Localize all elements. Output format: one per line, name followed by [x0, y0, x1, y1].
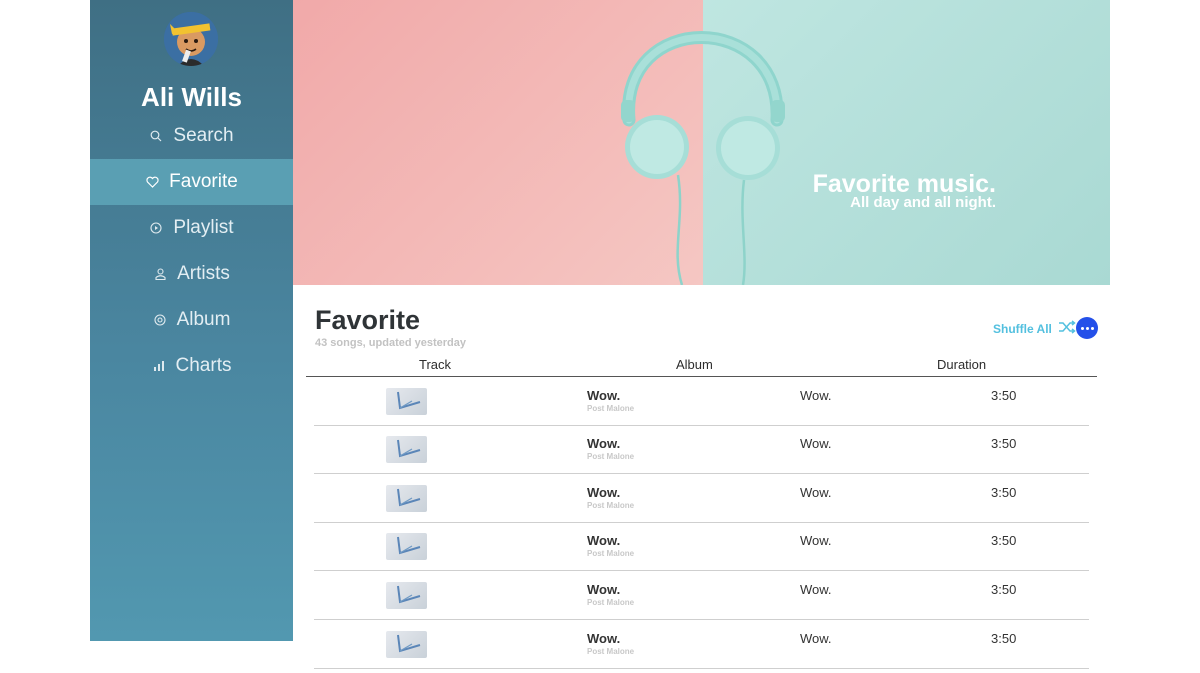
- table-row[interactable]: Wow. Post Malone Wow. 3:50: [314, 571, 1089, 620]
- track-artist[interactable]: Post Malone: [587, 501, 634, 510]
- headphones-illustration: [621, 31, 785, 285]
- shuffle-all-label: Shuffle All: [993, 321, 1052, 336]
- sidebar-item-favorite[interactable]: Favorite: [90, 159, 293, 205]
- track-album[interactable]: Wow.: [800, 388, 832, 403]
- table-row[interactable]: Wow. Post Malone Wow. 3:50: [314, 474, 1089, 523]
- sidebar-item-label: Search: [173, 125, 234, 146]
- track-album[interactable]: Wow.: [800, 485, 832, 500]
- hero-banner: Favorite music. All day and all night.: [293, 0, 1110, 285]
- sidebar-item-label: Favorite: [169, 171, 238, 192]
- sidebar-item-album[interactable]: Album: [90, 297, 293, 343]
- hero-subtitle: All day and all night.: [850, 194, 996, 211]
- track-title: Wow.: [587, 436, 621, 451]
- shuffle-all-button[interactable]: Shuffle All: [993, 320, 1076, 337]
- avatar-illustration: [164, 12, 218, 66]
- more-dot: [1080, 326, 1084, 330]
- track-album[interactable]: Wow.: [800, 582, 832, 597]
- person-icon: [153, 267, 167, 281]
- track-duration: 3:50: [991, 582, 1017, 597]
- track-title: Wow.: [587, 388, 621, 403]
- table-row[interactable]: Wow. Post Malone Wow. 3:50: [314, 425, 1089, 474]
- page-title: Favorite: [315, 305, 421, 335]
- disc-icon: [153, 313, 167, 327]
- sidebar-item-label: Playlist: [173, 217, 234, 238]
- page-subtitle: 43 songs, updated yesterday: [315, 337, 466, 349]
- more-options-button[interactable]: [1076, 317, 1098, 339]
- track-artist[interactable]: Post Malone: [587, 598, 634, 607]
- track-title: Wow.: [587, 631, 621, 646]
- track-duration: 3:50: [991, 485, 1017, 500]
- track-duration: 3:50: [991, 388, 1017, 403]
- play-circle-icon: [149, 221, 163, 235]
- track-title: Wow.: [587, 533, 621, 548]
- album-art-thumbnail: [386, 436, 427, 463]
- sidebar-item-label: Artists: [177, 263, 230, 284]
- album-art-thumbnail: [386, 631, 427, 658]
- sidebar-item-label: Album: [176, 309, 231, 330]
- table-row[interactable]: Wow. Post Malone Wow. 3:50: [314, 377, 1089, 426]
- heart-icon: [145, 175, 159, 189]
- bar-chart-icon: [152, 359, 166, 373]
- track-artist[interactable]: Post Malone: [587, 452, 634, 461]
- sidebar-item-playlist[interactable]: Playlist: [90, 205, 293, 251]
- album-art-thumbnail: [386, 582, 427, 609]
- search-icon: [149, 129, 163, 143]
- column-header-duration[interactable]: Duration: [937, 357, 986, 372]
- track-title: Wow.: [587, 582, 621, 597]
- more-dot: [1090, 326, 1094, 330]
- track-artist[interactable]: Post Malone: [587, 549, 634, 558]
- profile-name: Ali Wills: [141, 82, 242, 112]
- album-art-thumbnail: [386, 533, 427, 560]
- table-row[interactable]: Wow. Post Malone Wow. 3:50: [314, 522, 1089, 571]
- sidebar-item-charts[interactable]: Charts: [90, 343, 293, 389]
- more-dot: [1085, 326, 1089, 330]
- album-art-thumbnail: [386, 388, 427, 415]
- track-duration: 3:50: [991, 533, 1017, 548]
- track-title: Wow.: [587, 485, 621, 500]
- column-header-album[interactable]: Album: [676, 357, 713, 372]
- table-row[interactable]: Wow. Post Malone Wow. 3:50: [314, 620, 1089, 669]
- avatar[interactable]: [164, 12, 218, 66]
- track-artist[interactable]: Post Malone: [587, 404, 634, 413]
- track-album[interactable]: Wow.: [800, 631, 832, 646]
- track-album[interactable]: Wow.: [800, 533, 832, 548]
- track-duration: 3:50: [991, 631, 1017, 646]
- shuffle-icon: [1058, 320, 1076, 337]
- track-artist[interactable]: Post Malone: [587, 647, 634, 656]
- track-album[interactable]: Wow.: [800, 436, 832, 451]
- album-art-thumbnail: [386, 485, 427, 512]
- column-header-track[interactable]: Track: [419, 357, 451, 372]
- sidebar-item-search[interactable]: Search: [90, 113, 293, 159]
- sidebar-item-artists[interactable]: Artists: [90, 251, 293, 297]
- sidebar-item-label: Charts: [175, 355, 232, 376]
- track-duration: 3:50: [991, 436, 1017, 451]
